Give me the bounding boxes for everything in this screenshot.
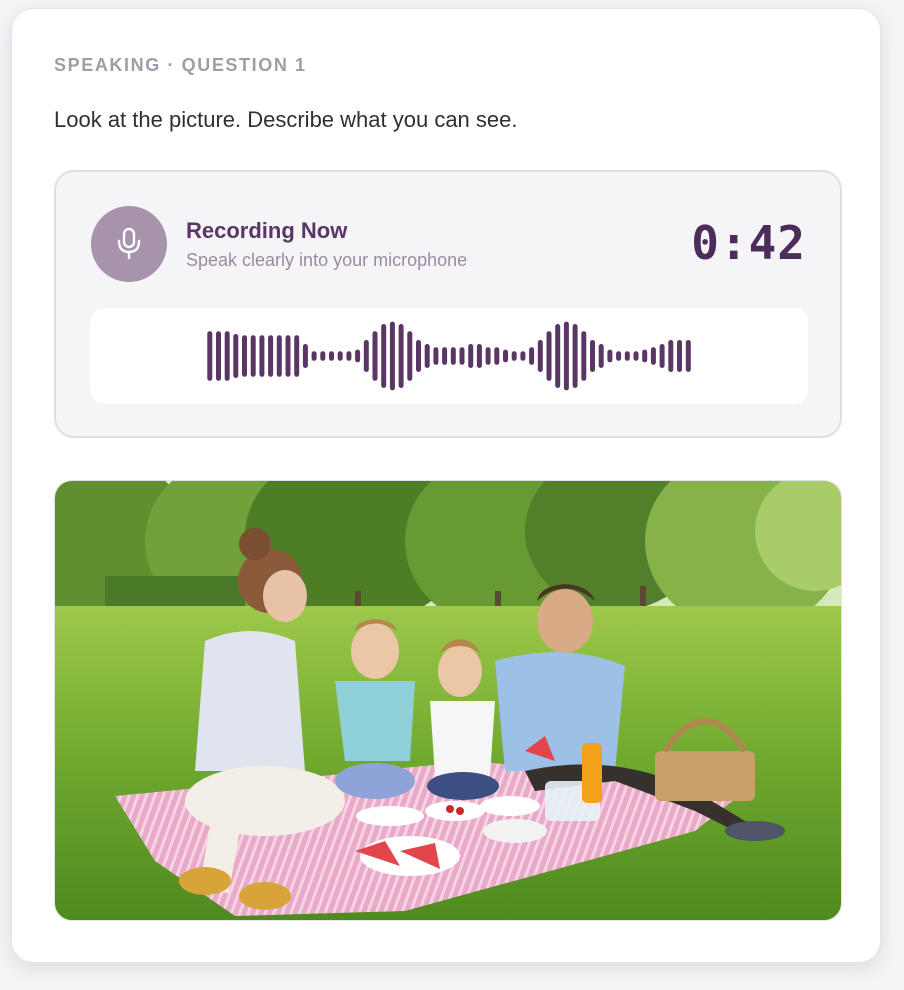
waveform-bar	[563, 321, 569, 391]
waveform-bar	[529, 347, 535, 365]
recording-panel: Recording Now Speak clearly into your mi…	[54, 170, 842, 438]
waveform-bar	[311, 351, 317, 361]
waveform-bar	[442, 347, 448, 365]
waveform-bar	[250, 335, 256, 377]
waveform-bar	[398, 324, 404, 388]
waveform-bar	[363, 340, 369, 372]
waveform-bar	[207, 331, 213, 381]
waveform	[207, 321, 691, 391]
waveform-container	[90, 308, 808, 404]
waveform-bar	[337, 351, 343, 361]
waveform-bar	[607, 349, 613, 363]
waveform-bar	[624, 351, 630, 361]
picnic-image	[55, 481, 841, 920]
waveform-bar	[485, 347, 491, 365]
microphone-button[interactable]	[91, 206, 167, 282]
waveform-bar	[233, 334, 239, 378]
question-photo	[54, 480, 842, 921]
waveform-bar	[598, 344, 604, 368]
microphone-icon	[117, 227, 141, 260]
waveform-bar	[276, 335, 282, 377]
waveform-bar	[285, 335, 291, 377]
recording-title: Recording Now	[186, 218, 348, 243]
waveform-bar	[242, 335, 247, 377]
waveform-bar	[372, 331, 378, 381]
waveform-bar	[677, 340, 682, 372]
waveform-bar	[450, 347, 456, 365]
waveform-bar	[407, 331, 413, 381]
waveform-bar	[259, 335, 265, 377]
waveform-bar	[476, 344, 482, 368]
question-card: SPEAKING · QUESTION 1 Look at the pictur…	[11, 8, 881, 963]
waveform-bar	[424, 344, 430, 368]
waveform-bar	[216, 331, 221, 381]
waveform-bar	[320, 351, 326, 361]
waveform-bar	[659, 344, 665, 368]
waveform-bar	[633, 351, 639, 361]
waveform-bar	[224, 331, 230, 381]
waveform-bar	[511, 351, 517, 361]
waveform-bar	[294, 335, 300, 377]
waveform-bar	[581, 331, 587, 381]
waveform-bar	[459, 347, 465, 365]
waveform-bar	[433, 347, 439, 365]
waveform-bar	[329, 351, 334, 361]
waveform-bar	[555, 324, 561, 388]
waveform-bar	[590, 340, 595, 372]
waveform-bar	[642, 349, 648, 363]
waveform-bar	[520, 351, 526, 361]
waveform-bar	[503, 349, 508, 363]
question-prompt: Look at the picture. Describe what you c…	[54, 107, 518, 132]
recording-timer: 0:42	[691, 216, 806, 270]
waveform-bar	[416, 340, 421, 372]
waveform-bar	[468, 344, 474, 368]
recording-subtitle: Speak clearly into your microphone	[186, 250, 468, 270]
waveform-bar	[381, 324, 387, 388]
waveform-bar	[685, 340, 691, 372]
waveform-bar	[616, 351, 622, 361]
waveform-bar	[389, 321, 395, 391]
question-eyebrow: SPEAKING · QUESTION 1	[54, 55, 307, 75]
waveform-bar	[650, 347, 656, 365]
waveform-bar	[668, 340, 674, 372]
waveform-bar	[494, 347, 500, 365]
waveform-bar	[546, 331, 552, 381]
waveform-bar	[346, 351, 352, 361]
waveform-bar	[302, 344, 308, 368]
waveform-bar	[572, 324, 578, 388]
waveform-bar	[268, 335, 274, 377]
waveform-bar	[537, 340, 543, 372]
waveform-bar	[355, 349, 361, 363]
